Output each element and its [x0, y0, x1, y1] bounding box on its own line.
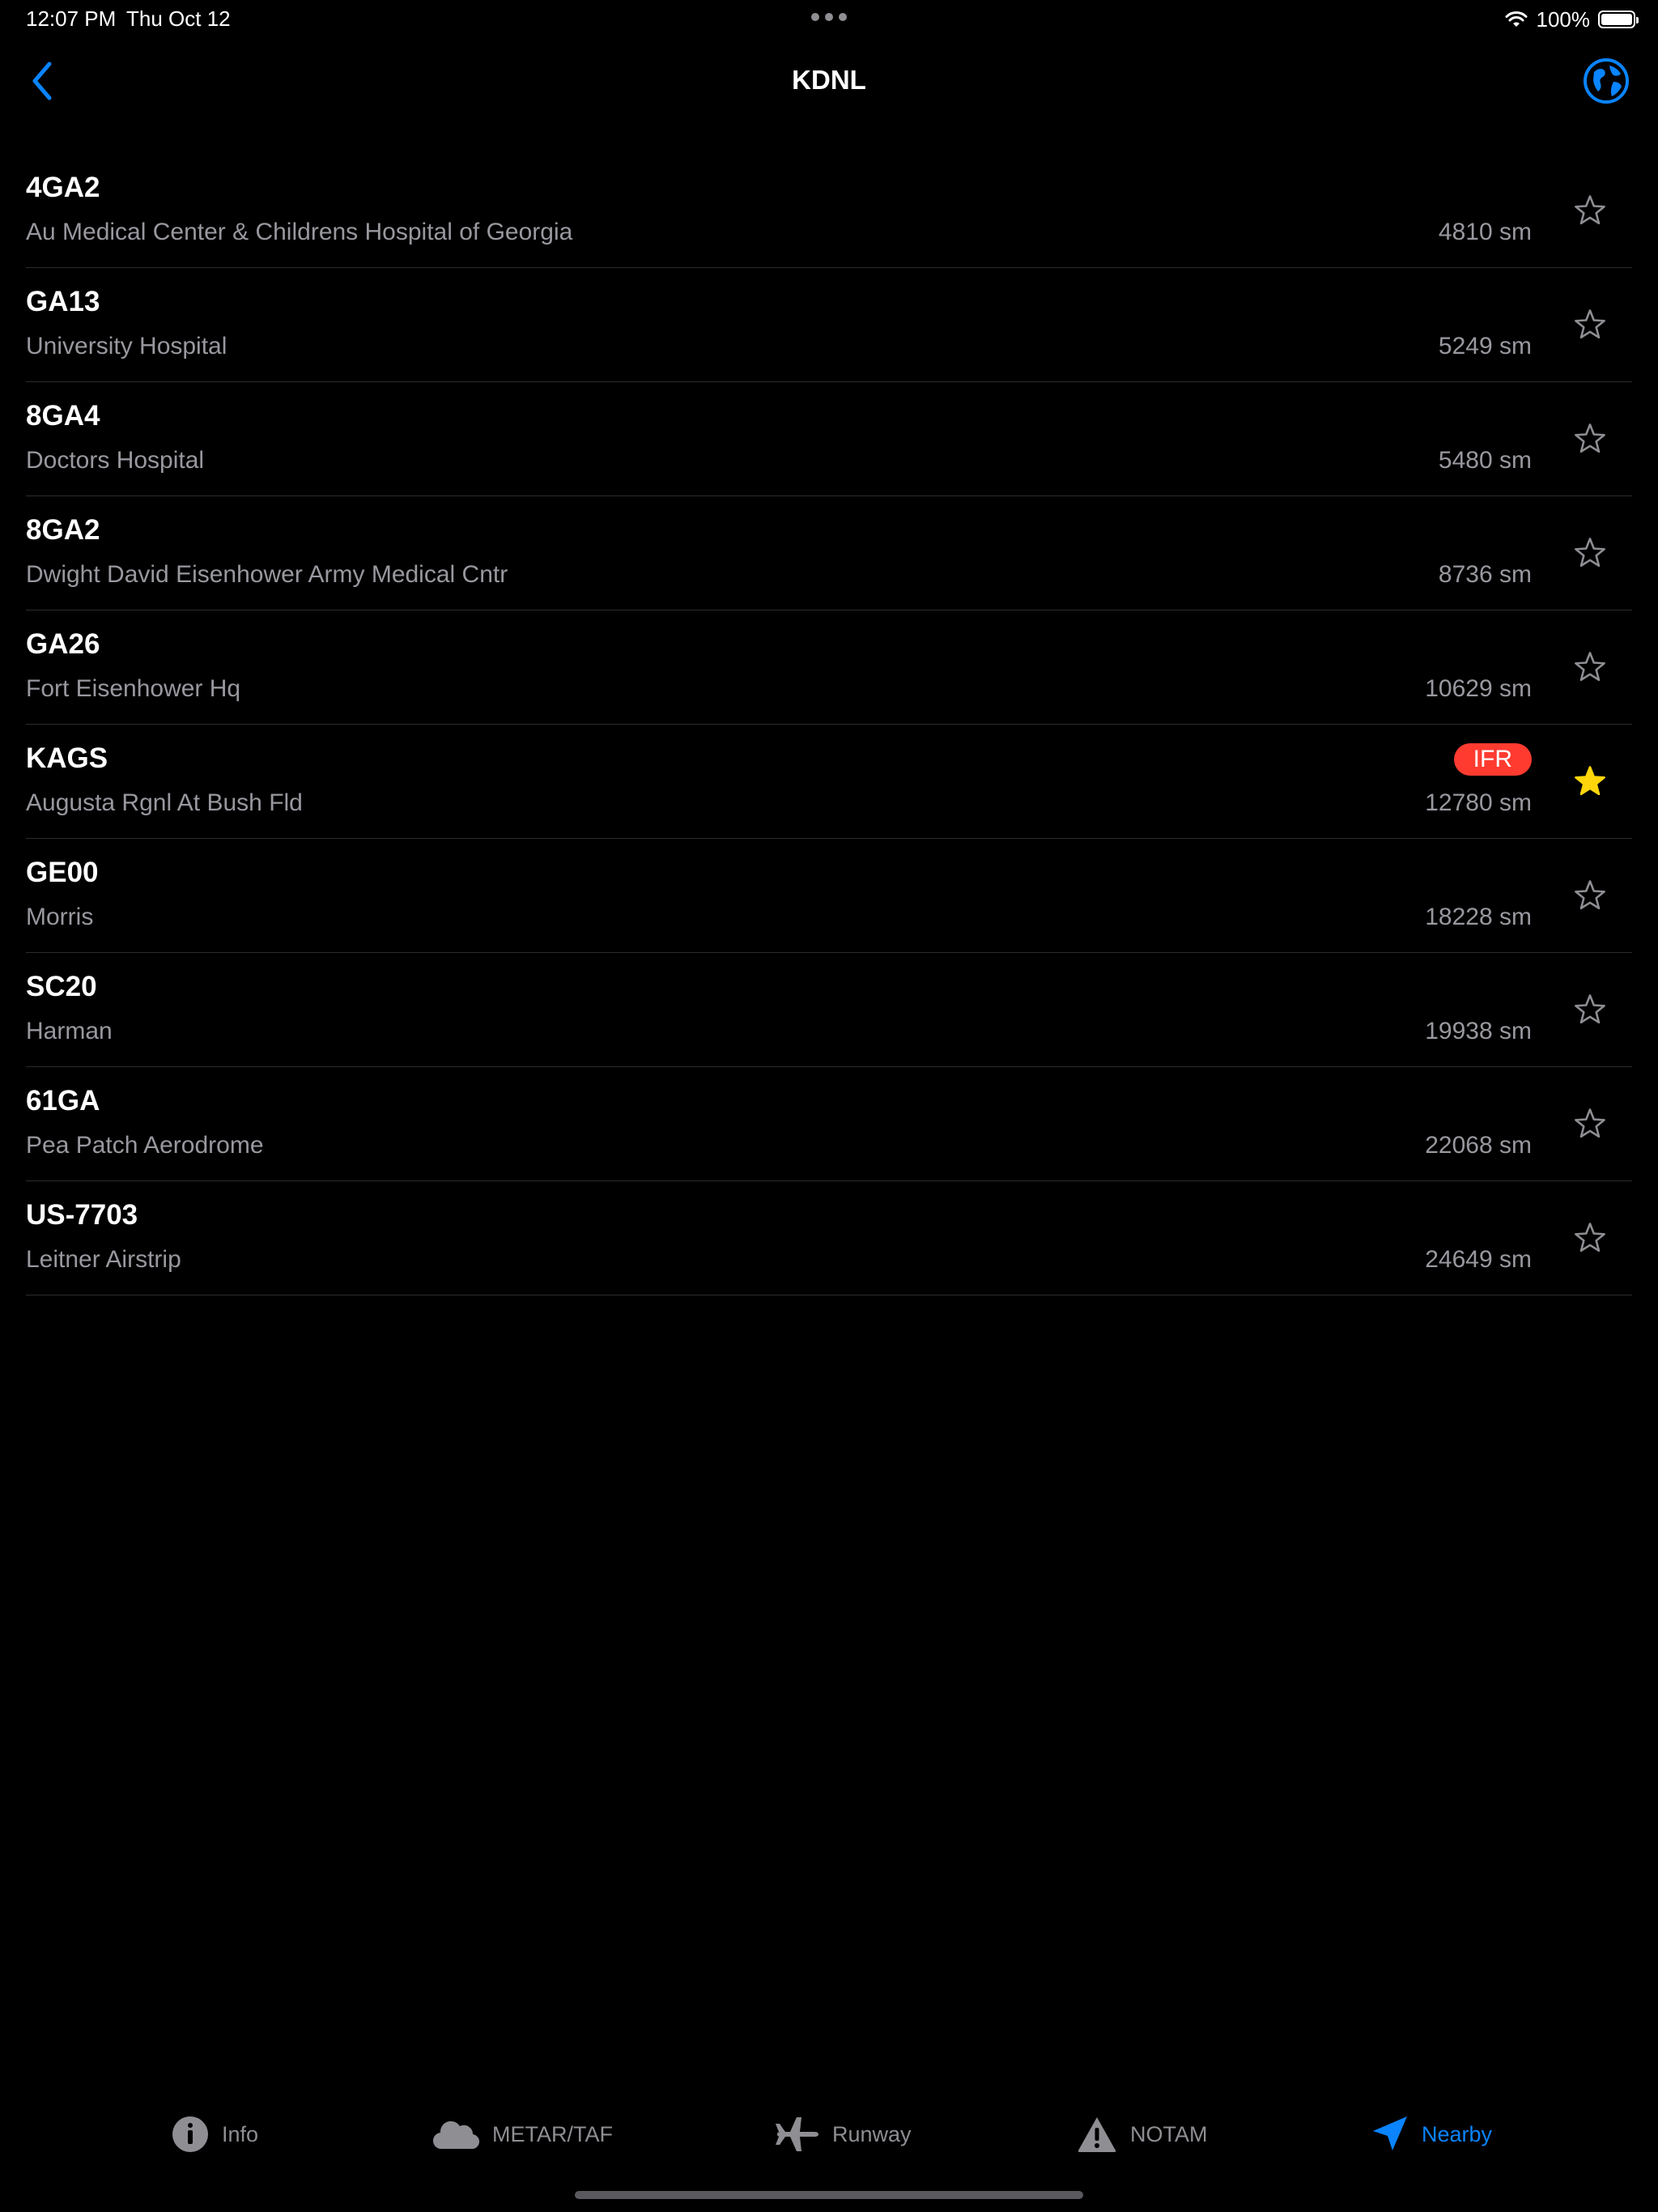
nearby-airport-list: 4GA2 Au Medical Center & Childrens Hospit…: [26, 154, 1632, 1295]
warning-icon: [1078, 2117, 1116, 2152]
airport-ident: 4GA2: [26, 172, 100, 203]
airport-name: Doctors Hospital: [26, 447, 205, 474]
favorite-button[interactable]: [1566, 1214, 1614, 1262]
star-icon: [1575, 309, 1605, 339]
airport-distance: 4810 sm: [1438, 219, 1532, 245]
favorite-button[interactable]: [1566, 871, 1614, 920]
airport-distance: 19938 sm: [1425, 1018, 1532, 1044]
airport-row[interactable]: GA26 Fort Eisenhower Hq 10629 sm: [26, 610, 1632, 725]
airport-name: Dwight David Eisenhower Army Medical Cnt…: [26, 561, 508, 588]
favorite-button[interactable]: [1566, 1100, 1614, 1148]
airport-distance: 5249 sm: [1438, 333, 1532, 359]
airport-name: Pea Patch Aerodrome: [26, 1132, 264, 1159]
battery-percentage: 100%: [1536, 6, 1591, 32]
info-icon: [172, 2116, 208, 2152]
tab-nearby-label: Nearby: [1422, 2121, 1493, 2146]
star-icon: [1575, 538, 1605, 568]
star-icon: [1575, 880, 1605, 910]
status-indicators: 100%: [1504, 5, 1639, 34]
favorite-button[interactable]: [1566, 757, 1614, 806]
airport-ident: SC20: [26, 971, 97, 1002]
tab-notam[interactable]: NOTAM: [1077, 2102, 1208, 2167]
battery-icon: [1598, 11, 1639, 28]
star-icon: [1575, 1223, 1605, 1253]
airport-name: Leitner Airstrip: [26, 1246, 181, 1273]
tab-runway[interactable]: Runway: [776, 2102, 912, 2167]
airport-row[interactable]: US-7703 Leitner Airstrip 24649 sm: [26, 1181, 1632, 1295]
favorite-button[interactable]: [1566, 300, 1614, 349]
airport-name: Fort Eisenhower Hq: [26, 675, 241, 702]
tab-info-label: Info: [222, 2121, 259, 2146]
airport-row[interactable]: 8GA4 Doctors Hospital 5480 sm: [26, 382, 1632, 496]
location-arrow-icon: [1373, 2116, 1407, 2150]
airport-distance: 10629 sm: [1425, 675, 1532, 702]
airport-distance: 22068 sm: [1425, 1132, 1532, 1159]
airport-distance: 24649 sm: [1425, 1246, 1532, 1273]
airport-distance: 8736 sm: [1438, 561, 1532, 588]
star-icon: [1575, 1108, 1605, 1138]
star-icon: [1575, 423, 1605, 453]
airport-row[interactable]: GE00 Morris 18228 sm: [26, 839, 1632, 953]
airport-name: Morris: [26, 904, 94, 930]
favorite-button[interactable]: [1566, 415, 1614, 463]
airport-name: Augusta Rgnl At Bush Fld: [26, 789, 303, 816]
airport-ident: GA26: [26, 628, 100, 660]
favorite-button[interactable]: [1566, 985, 1614, 1034]
airport-ident: GA13: [26, 286, 100, 317]
airport-row[interactable]: 61GA Pea Patch Aerodrome 22068 sm: [26, 1067, 1632, 1181]
wifi-icon: [1504, 11, 1528, 28]
airport-name: Au Medical Center & Childrens Hospital o…: [26, 219, 573, 245]
favorite-button[interactable]: [1566, 529, 1614, 577]
tab-metar-taf[interactable]: METAR/TAF: [432, 2102, 613, 2167]
airport-name: Harman: [26, 1018, 113, 1044]
tab-nearby[interactable]: Nearby: [1370, 2102, 1492, 2167]
airport-ident: US-7703: [26, 1199, 138, 1231]
globe-icon: [1584, 58, 1629, 104]
flight-category-badge: IFR: [1453, 743, 1532, 776]
cloud-icon: [433, 2121, 479, 2150]
tab-runway-label: Runway: [832, 2121, 912, 2146]
airport-distance: 12780 sm: [1425, 789, 1532, 816]
page-title: KDNL: [792, 65, 866, 95]
airport-ident: GE00: [26, 857, 99, 888]
tab-notam-label: NOTAM: [1130, 2121, 1208, 2146]
status-date: Thu Oct 12: [126, 6, 231, 31]
airport-distance: 5480 sm: [1438, 447, 1532, 474]
airport-row[interactable]: SC20 Harman 19938 sm: [26, 953, 1632, 1067]
tab-bar: Info METAR/TAF Runway NOTAM Nearby: [0, 2102, 1658, 2167]
globe-button[interactable]: [1582, 57, 1630, 105]
favorite-button[interactable]: [1566, 643, 1614, 691]
airport-ident: 8GA4: [26, 400, 100, 432]
favorite-button[interactable]: [1566, 186, 1614, 235]
airport-distance: 18228 sm: [1425, 904, 1532, 930]
home-indicator[interactable]: [575, 2191, 1083, 2199]
status-bar: 12:07 PM Thu Oct 12 100%: [0, 0, 1658, 39]
star-icon: [1575, 766, 1605, 796]
star-icon: [1575, 994, 1605, 1024]
airport-ident: KAGS: [26, 742, 108, 774]
airport-ident: 61GA: [26, 1085, 100, 1117]
airport-row[interactable]: GA13 University Hospital 5249 sm: [26, 268, 1632, 382]
airport-row[interactable]: 4GA2 Au Medical Center & Childrens Hospit…: [26, 154, 1632, 268]
multitasking-dots-icon[interactable]: [811, 13, 847, 23]
airport-name: University Hospital: [26, 333, 227, 359]
airport-row[interactable]: 8GA2 Dwight David Eisenhower Army Medical…: [26, 496, 1632, 610]
star-icon: [1575, 652, 1605, 682]
navigation-bar: KDNL: [0, 49, 1658, 113]
status-time: 12:07 PM: [26, 6, 117, 31]
star-icon: [1575, 195, 1605, 225]
airplane-icon: [776, 2117, 818, 2151]
airport-row[interactable]: KAGS Augusta Rgnl At Bush Fld 12780 sm IFR: [26, 725, 1632, 839]
tab-info[interactable]: Info: [172, 2102, 258, 2167]
airport-ident: 8GA2: [26, 514, 100, 546]
tab-metar-taf-label: METAR/TAF: [492, 2121, 613, 2146]
